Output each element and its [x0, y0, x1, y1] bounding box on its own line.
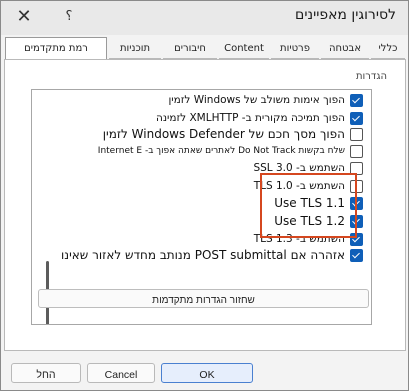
- tab-programs[interactable]: תוכניות: [109, 39, 161, 59]
- tab-advanced[interactable]: רמת מתקדמים: [5, 37, 107, 60]
- tab-label: רמת מתקדמים: [24, 43, 88, 54]
- setting-label: הפוך מסך חכם של Windows Defender לזמין: [102, 127, 345, 141]
- tab-privacy[interactable]: פרטיות: [271, 39, 319, 59]
- apply-button[interactable]: החל: [11, 363, 81, 383]
- tab-label: אבטחה: [328, 43, 362, 54]
- tls-options-highlight: [260, 173, 357, 238]
- checkbox[interactable]: [350, 128, 363, 141]
- close-button[interactable]: ✕: [9, 5, 39, 31]
- restore-advanced-settings-button[interactable]: שחזור הגדרות מתקדמות: [38, 289, 369, 308]
- tab-label: פרטיות: [280, 43, 310, 54]
- properties-dialog: לסירוגין מאפיינים ؟ ✕ כללי אבטחה פרטיות …: [0, 0, 409, 391]
- tab-bar: כללי אבטחה פרטיות Content חיבורים תוכניו…: [4, 37, 407, 60]
- checkbox[interactable]: [350, 112, 363, 125]
- setting-native-xmlhttp[interactable]: הפוך תמיכה מקורית ב- XMLHTTP לזמינה: [43, 111, 363, 126]
- setting-do-not-track[interactable]: שלח בקשות Do Not Track לאתרים שאתה אפוך …: [43, 144, 363, 159]
- setting-label: אזהרה אם POST submittal מנותב מחדש לאזור…: [61, 248, 345, 262]
- setting-windows-auth[interactable]: הפוך אימות משולב של Windows לזמין: [43, 93, 363, 108]
- tab-security[interactable]: אבטחה: [321, 39, 369, 59]
- setting-label: שלח בקשות Do Not Track לאתרים שאתה אפוך …: [97, 146, 345, 156]
- settings-section-label: הגדרות: [355, 71, 387, 82]
- setting-post-redirect-warning[interactable]: אזהרה אם POST submittal מנותב מחדש לאזור…: [43, 248, 363, 263]
- tab-label: חיבורים: [174, 43, 206, 54]
- title-bar: לסירוגין מאפיינים ؟ ✕: [1, 1, 408, 35]
- checkbox[interactable]: [350, 249, 363, 262]
- window-title: לסירוגין מאפיינים: [295, 7, 396, 23]
- checkbox[interactable]: [350, 94, 363, 107]
- setting-label: הפוך תמיכה מקורית ב- XMLHTTP לזמינה: [155, 112, 345, 124]
- tab-label: Content: [224, 43, 264, 54]
- help-button[interactable]: ؟: [54, 7, 84, 29]
- ok-button[interactable]: OK: [161, 363, 253, 383]
- setting-smartscreen[interactable]: הפוך מסך חכם של Windows Defender לזמין: [43, 127, 363, 142]
- tab-general[interactable]: כללי: [371, 39, 405, 59]
- setting-label: הפוך אימות משולב של Windows לזמין: [168, 94, 345, 106]
- tab-label: תוכניות: [119, 43, 151, 54]
- tab-content[interactable]: Content: [219, 39, 269, 59]
- tab-connections[interactable]: חיבורים: [163, 39, 217, 59]
- cancel-button[interactable]: Cancel: [87, 363, 155, 383]
- tab-label: כללי: [378, 43, 398, 54]
- checkbox[interactable]: [350, 145, 363, 158]
